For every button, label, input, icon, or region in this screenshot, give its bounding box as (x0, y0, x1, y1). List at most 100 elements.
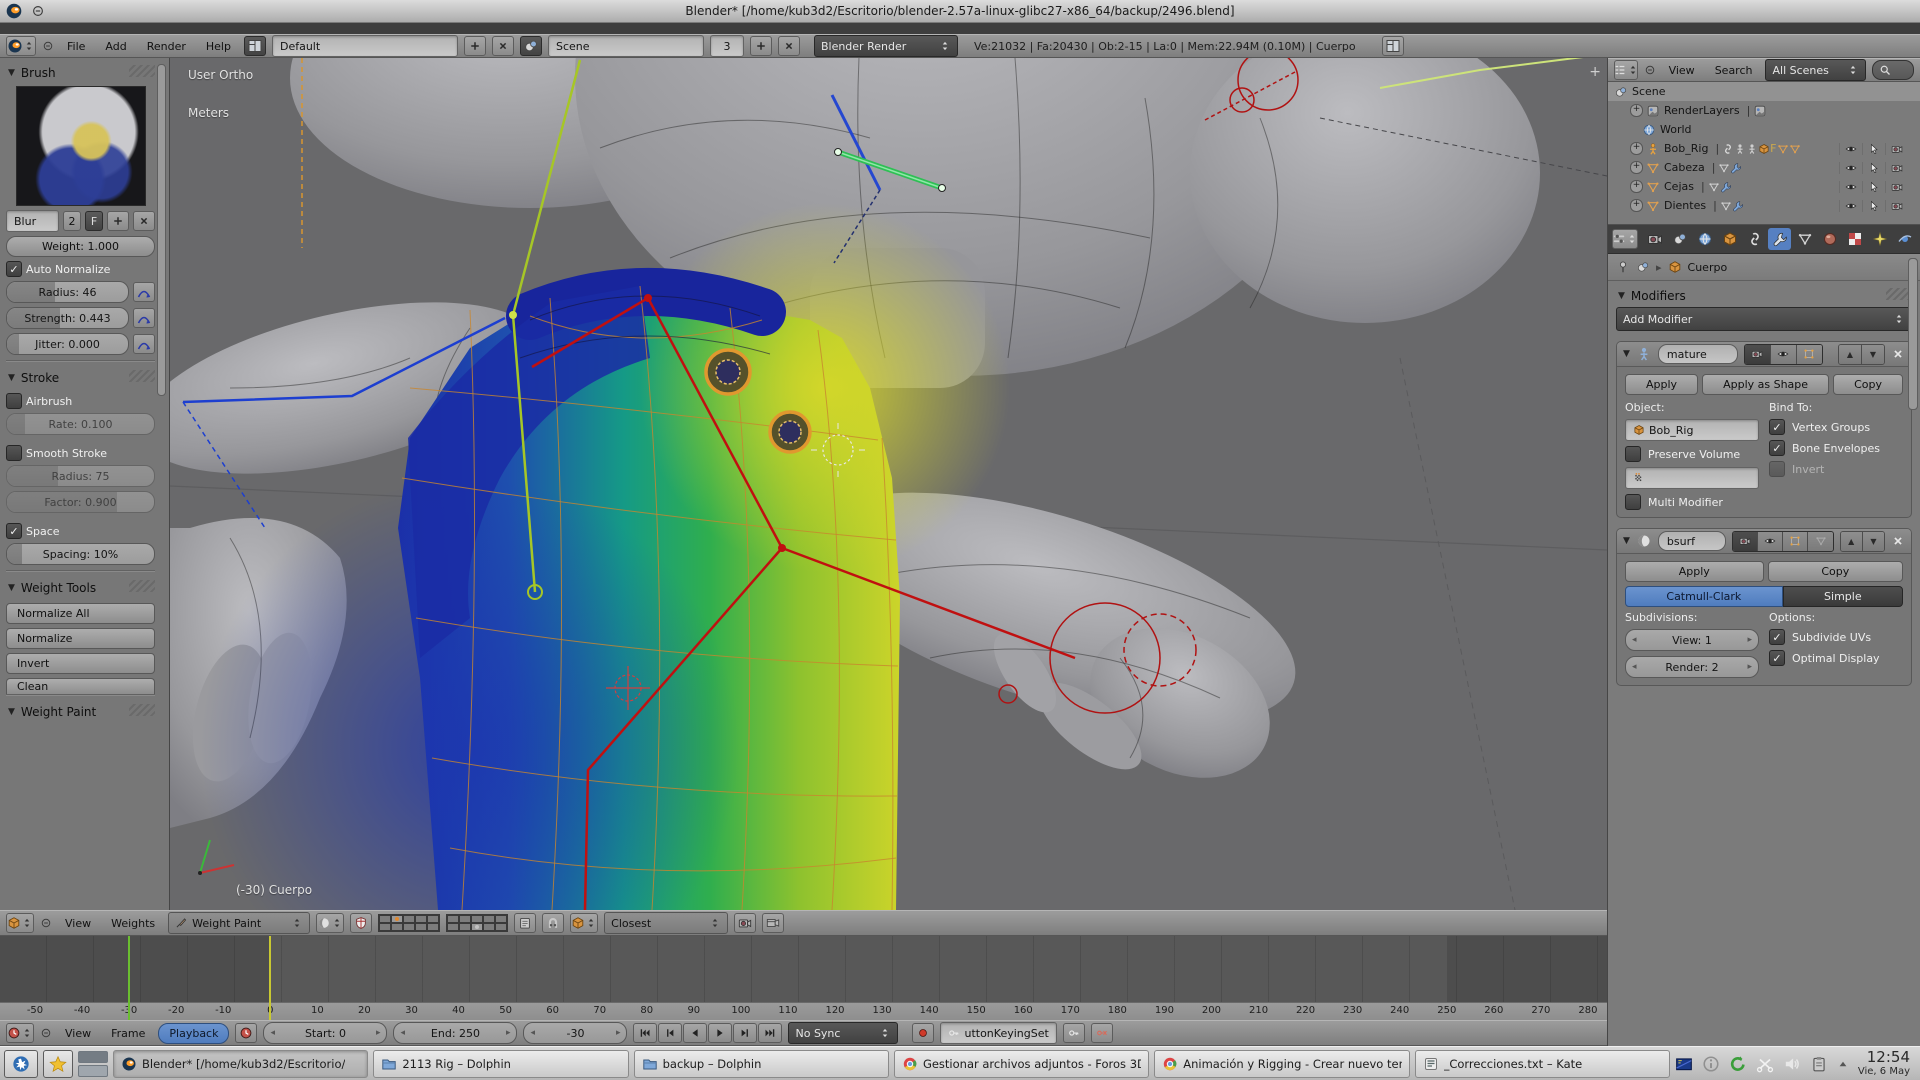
outliner[interactable]: View Search All Scenes Scene + RenderLay… (1608, 58, 1920, 225)
auto-normalize-checkbox[interactable]: ✓ Auto Normalize (6, 261, 155, 277)
scene-lock-button[interactable] (514, 913, 536, 933)
collapse-menus-icon[interactable] (40, 917, 52, 929)
layer-cell[interactable] (447, 923, 459, 931)
apply-as-shape-button[interactable]: Apply as Shape (1702, 374, 1829, 395)
layer-cell[interactable] (459, 923, 471, 931)
clock[interactable]: 12:54 Vie, 6 May (1858, 1049, 1910, 1078)
move-modifier-up-button[interactable]: ▲ (1839, 345, 1862, 364)
scene-users-badge[interactable]: 3 (710, 35, 744, 57)
strength-slider[interactable]: Strength: 0.443 (6, 307, 129, 329)
collapse-menus-icon[interactable] (1644, 64, 1656, 76)
prev-keyframe-button[interactable] (658, 1023, 682, 1043)
menu-view[interactable]: View (58, 915, 98, 932)
layer-cell[interactable] (379, 915, 391, 923)
outliner-scope-dropdown[interactable]: All Scenes (1765, 59, 1865, 81)
brush-name-field[interactable]: Blur (6, 210, 59, 232)
viewport-3d[interactable]: User Ortho Meters (-30) Cuerpo + (170, 58, 1607, 910)
tool-shelf-scrollbar[interactable] (157, 64, 166, 396)
tab-render[interactable] (1644, 228, 1667, 250)
visibility-toggle[interactable] (1839, 143, 1862, 155)
viewport-visibility-toggle[interactable] (1771, 345, 1797, 364)
outliner-item-world[interactable]: World (1608, 120, 1920, 139)
opengl-render-button[interactable] (734, 913, 756, 933)
add-brush-button[interactable] (107, 211, 129, 231)
layer-cell[interactable] (427, 915, 439, 923)
layer-cell[interactable] (495, 915, 507, 923)
tab-constraints[interactable] (1744, 228, 1767, 250)
strength-pressure-toggle[interactable] (133, 308, 155, 328)
menu-view[interactable]: View (58, 1025, 98, 1042)
timeline-track[interactable] (0, 936, 1607, 1002)
opengl-render-anim-button[interactable] (762, 913, 784, 933)
clipboard-tray-icon[interactable] (1810, 1055, 1828, 1073)
layer-cell[interactable] (415, 915, 427, 923)
expand-icon[interactable]: + (1630, 161, 1643, 174)
layer-cell[interactable] (379, 923, 391, 931)
vertex-group-field[interactable] (1625, 467, 1759, 489)
expand-icon[interactable]: + (1630, 142, 1643, 155)
expand-icon[interactable]: + (1630, 199, 1643, 212)
editor-type-button[interactable] (6, 1023, 34, 1043)
visibility-toggle[interactable] (1839, 200, 1862, 212)
brush-preview[interactable] (16, 86, 146, 206)
layer-cell[interactable] (427, 923, 439, 931)
visibility-toggle[interactable] (1839, 162, 1862, 174)
selectability-toggle[interactable] (1862, 162, 1885, 174)
render-subdivisions-stepper[interactable]: ◂ Render: 2 ▸ (1625, 656, 1759, 678)
outliner-item-renderlayers[interactable]: + RenderLayers | (1608, 101, 1920, 120)
menu-add[interactable]: Add (98, 38, 133, 55)
view-subdivisions-stepper[interactable]: ◂ View: 1 ▸ (1625, 629, 1759, 651)
fake-user-button[interactable]: F (85, 211, 103, 231)
record-button[interactable] (912, 1023, 934, 1043)
close-scene-button[interactable] (778, 36, 800, 56)
tab-object[interactable] (1719, 228, 1742, 250)
pin-icon[interactable] (1616, 260, 1630, 274)
layer-cell[interactable] (447, 915, 459, 923)
timeline-ruler[interactable]: -50-40-30-20-100102030405060708090100110… (0, 1002, 1607, 1021)
end-frame-stepper[interactable]: ◂End: 250▸ (393, 1022, 517, 1044)
info-tray-icon[interactable] (1702, 1055, 1720, 1073)
preserve-volume-checkbox[interactable]: Preserve Volume (1625, 446, 1759, 462)
tab-texture[interactable] (1843, 228, 1866, 250)
task-button-dolphin-2[interactable]: backup – Dolphin (634, 1050, 889, 1078)
menu-weights[interactable]: Weights (104, 915, 162, 932)
unlink-brush-button[interactable] (133, 211, 155, 231)
scene-field[interactable]: Scene (548, 35, 704, 57)
add-layout-button[interactable] (464, 36, 486, 56)
tab-particles[interactable] (1868, 228, 1891, 250)
klipper-scissors-icon[interactable] (1756, 1055, 1774, 1073)
vertex-groups-checkbox[interactable]: ✓ Vertex Groups (1769, 419, 1903, 435)
radius-pressure-toggle[interactable] (133, 282, 155, 302)
tab-modifiers[interactable] (1768, 228, 1791, 250)
move-modifier-down-button[interactable]: ▼ (1863, 532, 1884, 551)
mode-dropdown[interactable]: Weight Paint (168, 912, 310, 934)
modifiers-panel-header[interactable]: ▼ Modifiers (1616, 285, 1912, 307)
render-engine-dropdown[interactable]: Blender Render (814, 35, 958, 57)
snap-element-button[interactable] (570, 913, 598, 933)
outliner-search-box[interactable] (1872, 60, 1914, 80)
editor-type-button[interactable] (1614, 60, 1638, 80)
layer-cell[interactable] (403, 915, 415, 923)
outliner-item-cabeza[interactable]: + Cabeza | (1608, 158, 1920, 177)
snap-target-dropdown[interactable]: Closest (604, 912, 728, 934)
desktop-pager[interactable] (78, 1051, 108, 1077)
outliner-item-dientes[interactable]: + Dientes | (1608, 196, 1920, 215)
layer-cell[interactable] (415, 923, 427, 931)
jump-to-start-button[interactable] (633, 1023, 657, 1043)
play-reverse-button[interactable] (683, 1023, 707, 1043)
keying-set-field[interactable]: uttonKeyingSet (940, 1022, 1056, 1044)
menu-frame[interactable]: Frame (104, 1025, 152, 1042)
layer-cell[interactable] (495, 923, 507, 931)
invert-button[interactable]: Invert (6, 653, 155, 674)
editor-type-button[interactable] (1612, 229, 1638, 249)
selectability-toggle[interactable] (1862, 200, 1885, 212)
editmode-visibility-toggle[interactable] (1797, 345, 1822, 364)
collapse-icon[interactable]: ▼ (1623, 349, 1630, 359)
brush-users-badge[interactable]: 2 (63, 211, 81, 231)
task-button-dolphin-1[interactable]: 2113 Rig – Dolphin (373, 1050, 628, 1078)
modifier-armature-header[interactable]: ▼ mature ▲ ▼ (1617, 342, 1911, 367)
weight-tools-panel-header[interactable]: ▼ Weight Tools (6, 577, 155, 599)
layer-cell[interactable] (459, 915, 471, 923)
snap-toggle[interactable] (542, 913, 564, 933)
viewport-visibility-toggle[interactable] (1758, 532, 1783, 551)
